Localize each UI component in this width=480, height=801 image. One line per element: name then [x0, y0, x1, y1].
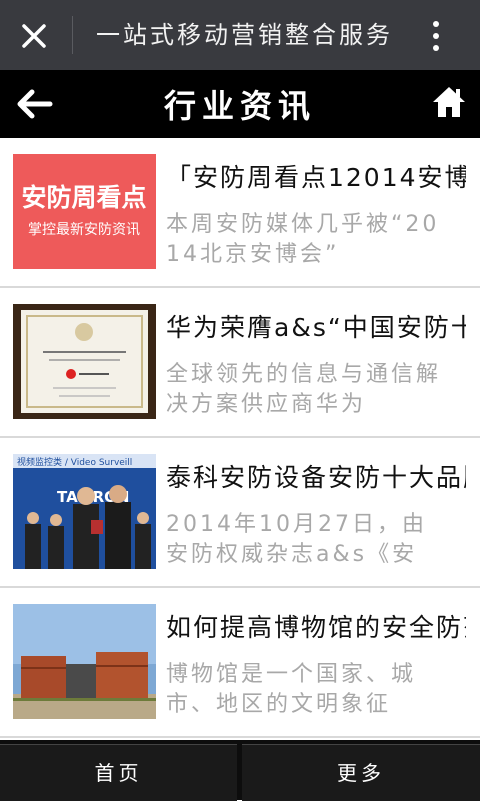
thumbnail-subtext: 掌控最新安防资讯: [28, 222, 140, 238]
article-summary: 2014年10月27日，由安防权威杂志a&s《安: [166, 512, 427, 564]
article-title: 「安防周看点12014安博会: [166, 163, 466, 192]
article-thumbnail: 安防周看点 掌控最新安防资讯: [13, 154, 156, 269]
article-thumbnail: 视频监控类 / Video Surveill TAMRON: [13, 454, 156, 569]
page-title: 行业资讯: [163, 87, 316, 125]
thumbnail-headline: 安防周看点: [21, 183, 146, 212]
article-item[interactable]: 安防周看点 掌控最新安防资讯 「安防周看点12014安博会 本周安防媒体几乎被“…: [0, 138, 480, 288]
article-item[interactable]: 华为荣膺a&s“中国安防十大 全球领先的信息与通信解决方案供应商华为: [0, 288, 480, 438]
tab-home[interactable]: 首页: [0, 744, 237, 801]
article-title: 如何提高博物馆的安全防范: [166, 613, 466, 642]
article-item[interactable]: 视频监控类 / Video Surveill TAMRON 泰科安防设备安防十大…: [0, 438, 480, 588]
close-icon[interactable]: [16, 18, 52, 54]
article-summary: 本周安防媒体几乎被“2014北京安博会”: [166, 212, 440, 264]
more-options-icon[interactable]: [424, 18, 448, 54]
article-title: 华为荣膺a&s“中国安防十大: [166, 313, 466, 342]
article-summary: 博物馆是一个国家、城市、地区的文明象征: [166, 662, 417, 714]
wechat-page-title: 一站式移动营销整合服务: [96, 21, 393, 49]
bottom-tab-bar: 首页 更多: [0, 740, 480, 801]
article-item[interactable]: 如何提高博物馆的安全防范 博物馆是一个国家、城市、地区的文明象征: [0, 588, 480, 738]
article-summary: 全球领先的信息与通信解决方案供应商华为: [166, 362, 442, 414]
app-header: 行业资讯: [0, 70, 480, 138]
thumbnail-banner-text: 视频监控类 / Video Surveill: [17, 456, 132, 468]
home-icon[interactable]: [430, 84, 468, 120]
tab-more[interactable]: 更多: [242, 744, 480, 801]
article-title: 泰科安防设备安防十大品牌: [166, 463, 466, 492]
article-list: 安防周看点 掌控最新安防资讯 「安防周看点12014安博会 本周安防媒体几乎被“…: [0, 138, 480, 738]
wechat-title-bar: 一站式移动营销整合服务: [0, 0, 480, 70]
article-thumbnail: [13, 604, 156, 719]
article-thumbnail: [13, 304, 156, 419]
title-divider: [72, 16, 73, 54]
